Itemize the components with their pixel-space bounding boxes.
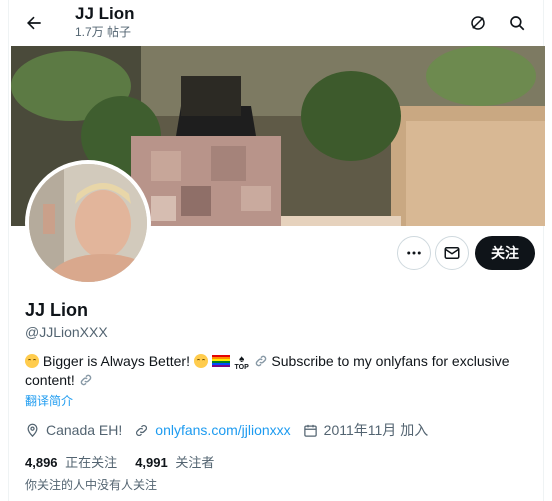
rainbow-flag-icon: [211, 355, 230, 367]
relieved-face-emoji-icon: [193, 354, 208, 368]
back-button[interactable]: [19, 8, 49, 38]
bio-text-3: content!: [25, 372, 75, 388]
relieved-face-emoji-icon: [25, 354, 39, 368]
link-emoji-icon: [80, 374, 91, 386]
bio-text-2: Subscribe to my onlyfans for exclusive: [271, 353, 510, 369]
profile-display-name: JJ Lion: [25, 300, 89, 320]
grok-icon: [471, 16, 485, 30]
link-icon: [136, 424, 148, 436]
message-button[interactable]: [435, 236, 469, 270]
link-emoji-icon: [255, 355, 266, 367]
following-stat[interactable]: 4,896 正在关注: [25, 452, 117, 471]
search-icon: [510, 16, 525, 31]
profile-join-date: 2011年11月 加入: [303, 420, 429, 440]
mail-icon: [444, 247, 460, 259]
profile-header: JJ Lion 1.7万 帖子: [9, 0, 545, 46]
more-icon: [407, 251, 421, 255]
location-text: Canada EH!: [46, 422, 123, 438]
grok-button[interactable]: [463, 8, 493, 38]
profile-meta-row: Canada EH! onlyfans.com/jjlionxxx 2011年1…: [25, 420, 440, 440]
profile-stats: 4,896 正在关注 4,991 关注者: [25, 452, 232, 471]
top-spade-icon: ♠ TOP: [234, 354, 249, 372]
arrow-left-icon: [27, 16, 41, 30]
profile-bio: Bigger is Always Better! ♠ TOP Subscribe …: [25, 352, 525, 390]
more-button[interactable]: [397, 236, 431, 270]
following-label: 正在关注: [65, 455, 118, 470]
profile-location: Canada EH!: [25, 422, 122, 438]
bio-text-1: Bigger is Always Better!: [42, 353, 190, 369]
header-title-block: JJ Lion 1.7万 帖子: [75, 4, 135, 41]
profile-website[interactable]: onlyfans.com/jjlionxxx: [134, 422, 291, 438]
calendar-icon: [303, 424, 317, 437]
search-button[interactable]: [502, 8, 532, 38]
followers-you-know-note[interactable]: 你关注的人中没有人关注: [25, 476, 157, 493]
following-count: 4,896: [25, 455, 58, 470]
avatar-photo: [29, 164, 147, 282]
profile-page: JJ Lion 1.7万 帖子 关注 JJ Lion @JJLionXXX Bi…: [8, 0, 545, 501]
profile-handle: @JJLionXXX: [25, 324, 108, 340]
followers-count: 4,991: [135, 455, 168, 470]
header-post-count: 1.7万 帖子: [75, 25, 132, 39]
website-link[interactable]: onlyfans.com/jjlionxxx: [155, 422, 290, 438]
translate-bio-link[interactable]: 翻译简介: [25, 392, 73, 409]
location-pin-icon: [27, 423, 38, 437]
header-profile-name: JJ Lion: [75, 4, 135, 23]
avatar[interactable]: [25, 160, 151, 286]
followers-label: 关注者: [175, 455, 215, 470]
followers-stat[interactable]: 4,991 关注者: [135, 452, 214, 471]
censor-mosaic: [131, 136, 281, 226]
follow-button[interactable]: 关注: [475, 236, 535, 270]
join-date-text: 2011年11月 加入: [323, 422, 429, 438]
